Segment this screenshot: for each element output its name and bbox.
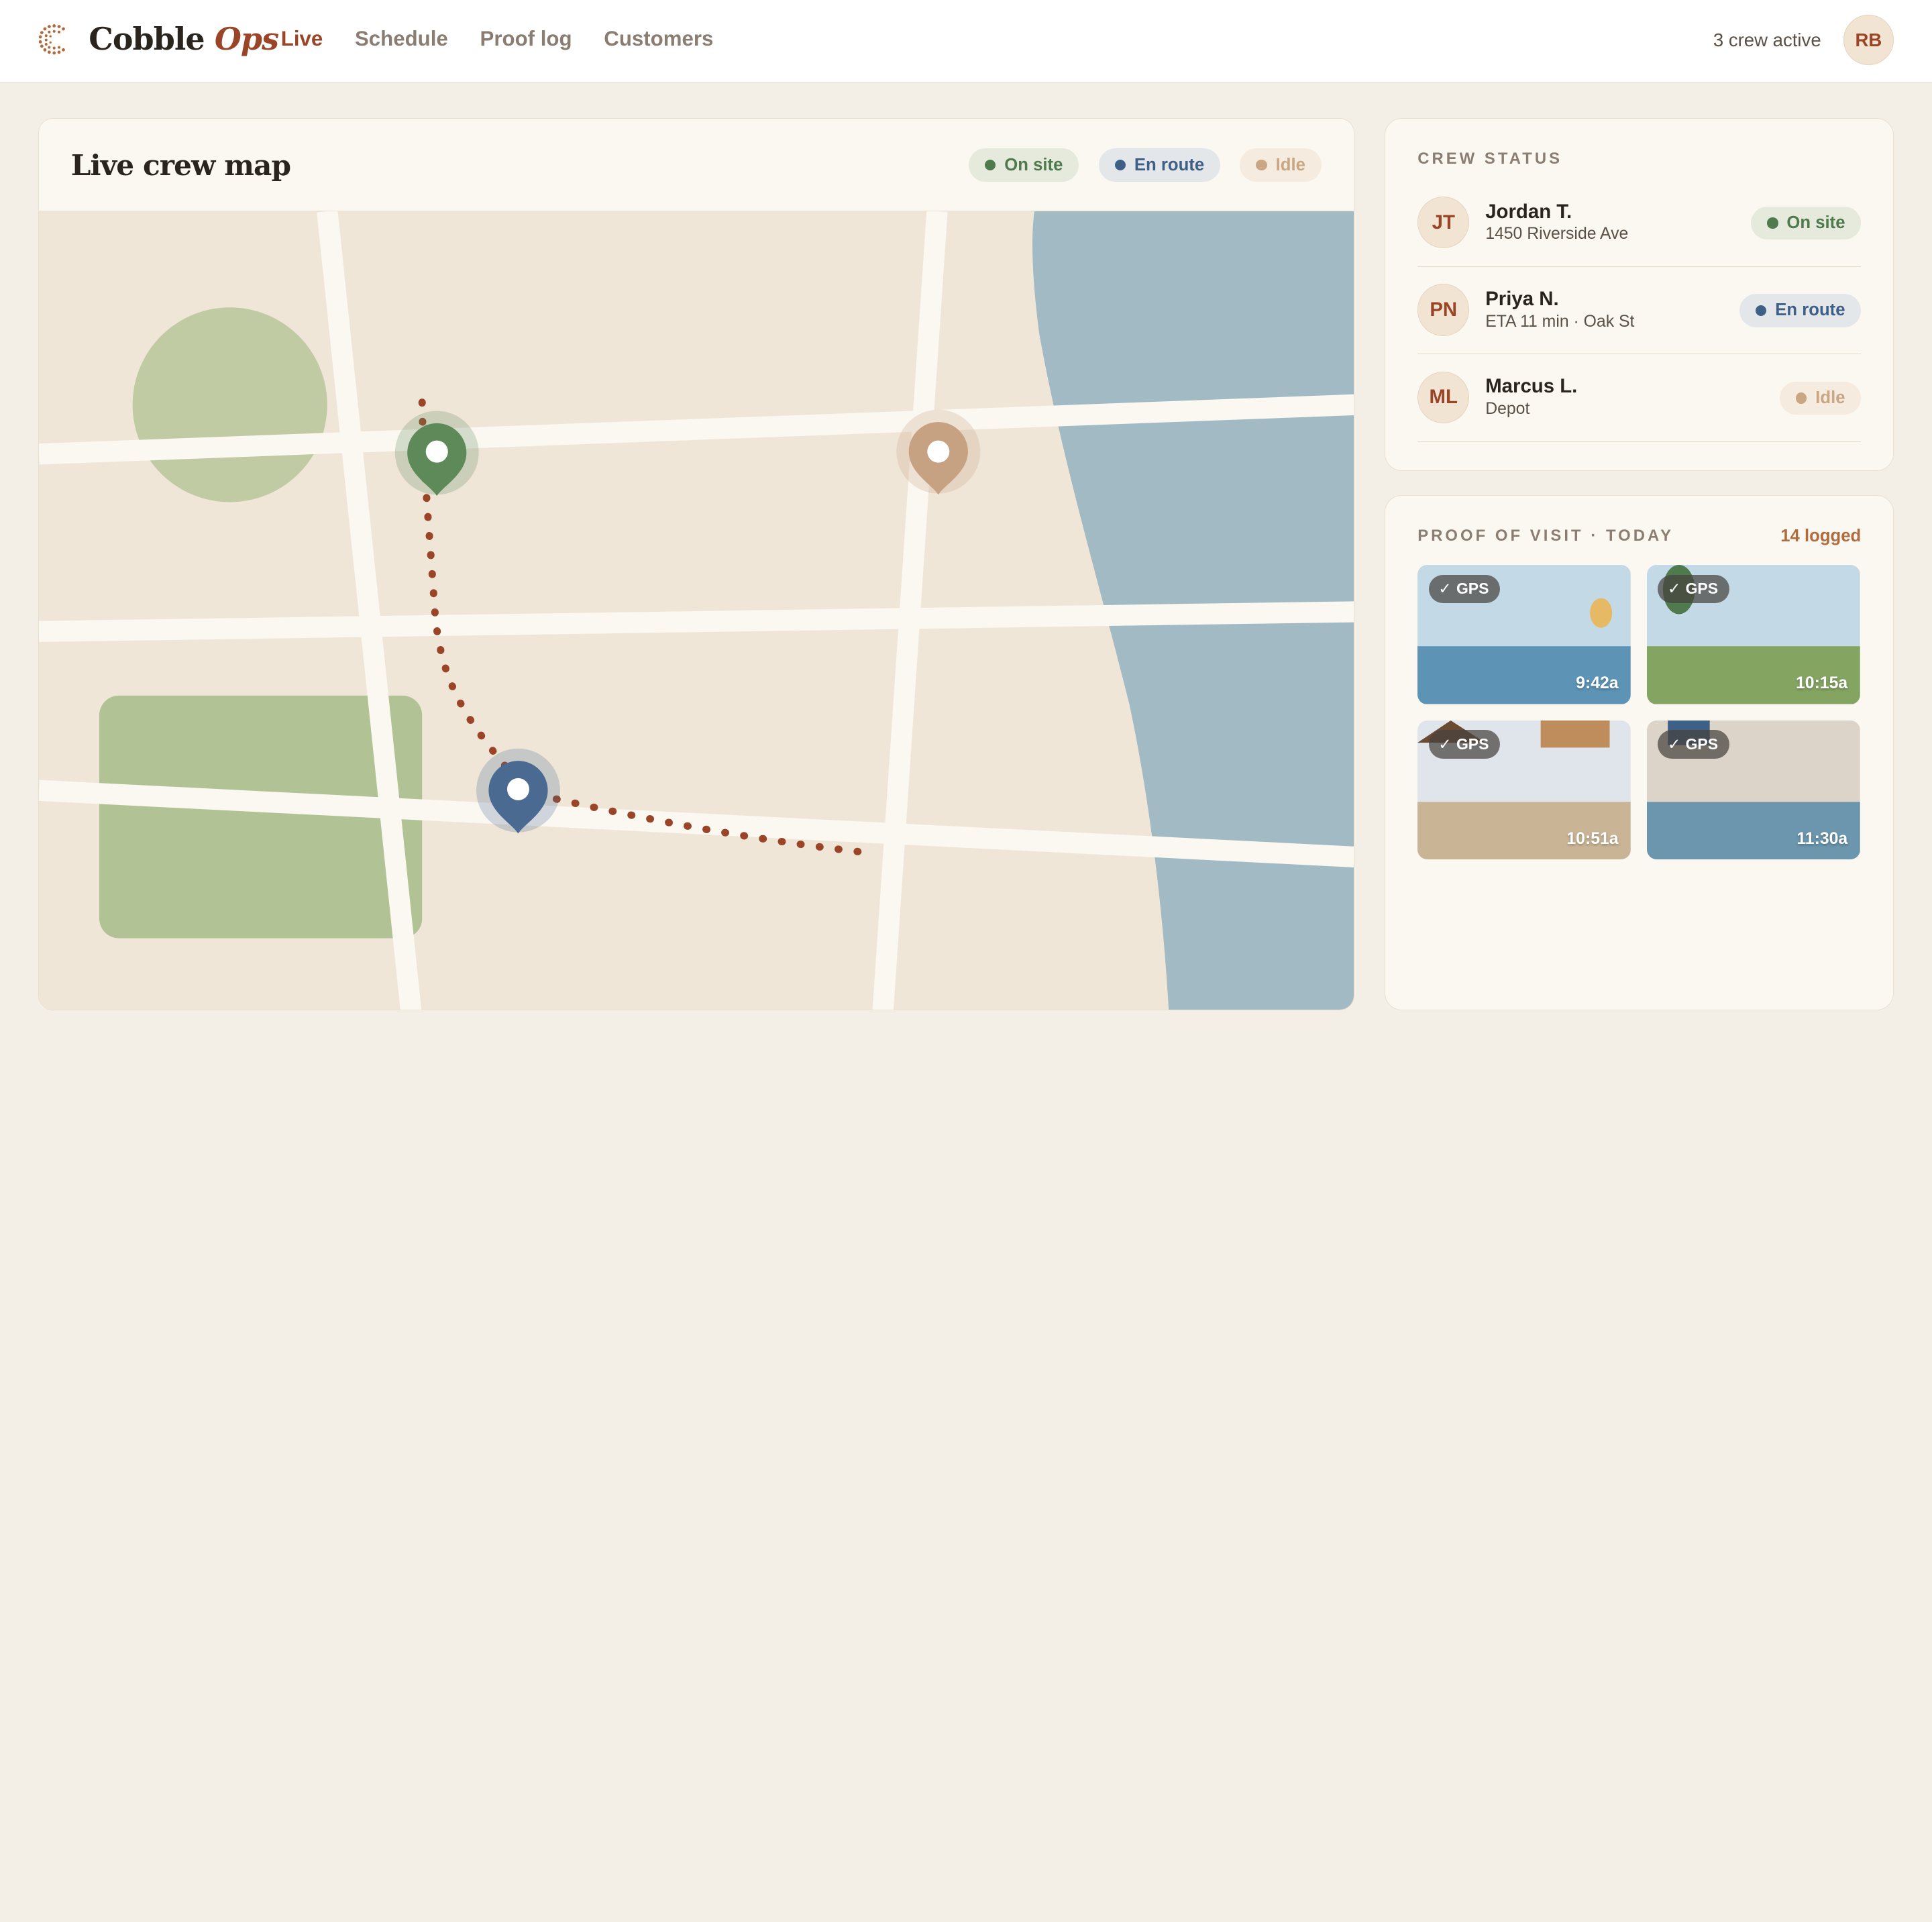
map-header: Live crew map On site En route Idle — [38, 119, 1354, 212]
status-label: En route — [1775, 301, 1845, 320]
legend-label: Idle — [1275, 155, 1305, 174]
gps-badge: ✓ GPS — [1658, 730, 1729, 759]
photo-time: 9:42a — [1576, 674, 1619, 693]
live-map-card: Live crew map On site En route Idle — [38, 118, 1354, 1011]
crew-status-title: CREW STATUS — [1417, 150, 1563, 168]
photo-time: 10:51a — [1566, 829, 1619, 848]
map-legend: On site En route Idle — [969, 148, 1322, 182]
map-title: Live crew map — [70, 148, 291, 182]
app-page: Cobble Ops Live Schedule Proof log Custo… — [0, 0, 1932, 1046]
gps-label: GPS — [1456, 735, 1489, 753]
avatar: PN — [1417, 284, 1470, 336]
crew-detail: ETA 11 min · Oak St — [1485, 312, 1635, 331]
user-avatar[interactable]: RB — [1843, 15, 1894, 66]
status-label: On site — [1786, 213, 1845, 232]
brand-main: Cobble — [89, 21, 205, 58]
legend-label: En route — [1134, 155, 1205, 174]
gps-badge: ✓ GPS — [1428, 730, 1500, 759]
idle-dot-icon — [1795, 392, 1807, 404]
crew-row-marcus[interactable]: ML Marcus L. Depot Idle — [1417, 354, 1862, 442]
status-label: Idle — [1815, 388, 1845, 407]
crew-name: Marcus L. — [1485, 375, 1578, 398]
gps-label: GPS — [1456, 580, 1489, 598]
on-site-dot-icon — [1767, 217, 1778, 229]
proof-photo-3[interactable]: ✓ GPS 10:51a — [1417, 720, 1631, 860]
proof-photo-2[interactable]: ✓ GPS 10:15a — [1646, 565, 1860, 704]
nav-tab-schedule[interactable]: Schedule — [355, 27, 448, 51]
status-badge: Idle — [1780, 381, 1862, 415]
on-site-dot-icon — [984, 159, 996, 171]
legend-en-route[interactable]: En route — [1098, 148, 1221, 182]
proof-photo-1[interactable]: ✓ GPS 9:42a — [1417, 565, 1631, 704]
gps-label: GPS — [1685, 580, 1719, 598]
logged-count[interactable]: 14 logged — [1780, 527, 1861, 546]
check-icon: ✓ — [1668, 735, 1681, 753]
crew-row-priya[interactable]: PN Priya N. ETA 11 min · Oak St En route — [1417, 267, 1862, 355]
crew-status-card: CREW STATUS JT Jordan T. 1450 Riverside … — [1385, 118, 1894, 471]
crew-map[interactable] — [38, 211, 1354, 1010]
status-badge: En route — [1739, 294, 1862, 327]
proof-title: PROOF OF VISIT · TODAY — [1417, 527, 1674, 545]
check-icon: ✓ — [1438, 735, 1452, 753]
cobble-logo-icon — [38, 24, 65, 55]
gps-label: GPS — [1685, 735, 1719, 753]
top-bar: Cobble Ops Live Schedule Proof log Custo… — [0, 0, 1932, 83]
proof-photo-4[interactable]: ✓ GPS 11:30a — [1646, 720, 1860, 860]
proof-of-visit-card: PROOF OF VISIT · TODAY 14 logged ✓ GPS 9:… — [1385, 495, 1894, 1011]
main-nav: Live Schedule Proof log Customers — [281, 27, 745, 51]
photo-time: 11:30a — [1796, 829, 1848, 848]
check-icon: ✓ — [1438, 580, 1452, 598]
legend-on-site[interactable]: On site — [969, 148, 1079, 182]
status-badge: On site — [1751, 206, 1862, 240]
avatar: JT — [1417, 197, 1470, 249]
crew-row-jordan[interactable]: JT Jordan T. 1450 Riverside Ave On site — [1417, 179, 1862, 267]
brand-accent: Ops — [214, 21, 279, 58]
gps-badge: ✓ GPS — [1658, 574, 1729, 604]
nav-tab-customers[interactable]: Customers — [604, 27, 713, 51]
en-route-dot-icon — [1114, 159, 1126, 171]
gps-badge: ✓ GPS — [1428, 574, 1500, 604]
en-route-dot-icon — [1755, 305, 1767, 317]
park-circle — [132, 307, 327, 502]
nav-tab-proof-log[interactable]: Proof log — [480, 27, 572, 51]
crew-detail: 1450 Riverside Ave — [1485, 225, 1629, 244]
photo-time: 10:15a — [1796, 674, 1848, 693]
avatar: ML — [1417, 371, 1470, 423]
idle-dot-icon — [1256, 159, 1267, 171]
nav-tab-live[interactable]: Live — [281, 27, 323, 51]
check-icon: ✓ — [1668, 580, 1681, 598]
crew-name: Jordan T. — [1485, 200, 1572, 223]
crew-active-count: 3 crew active — [1713, 30, 1821, 51]
legend-idle[interactable]: Idle — [1240, 148, 1322, 182]
legend-label: On site — [1004, 155, 1063, 174]
crew-name: Priya N. — [1485, 287, 1559, 310]
brand-name[interactable]: Cobble Ops — [89, 21, 279, 58]
crew-detail: Depot — [1485, 400, 1530, 419]
